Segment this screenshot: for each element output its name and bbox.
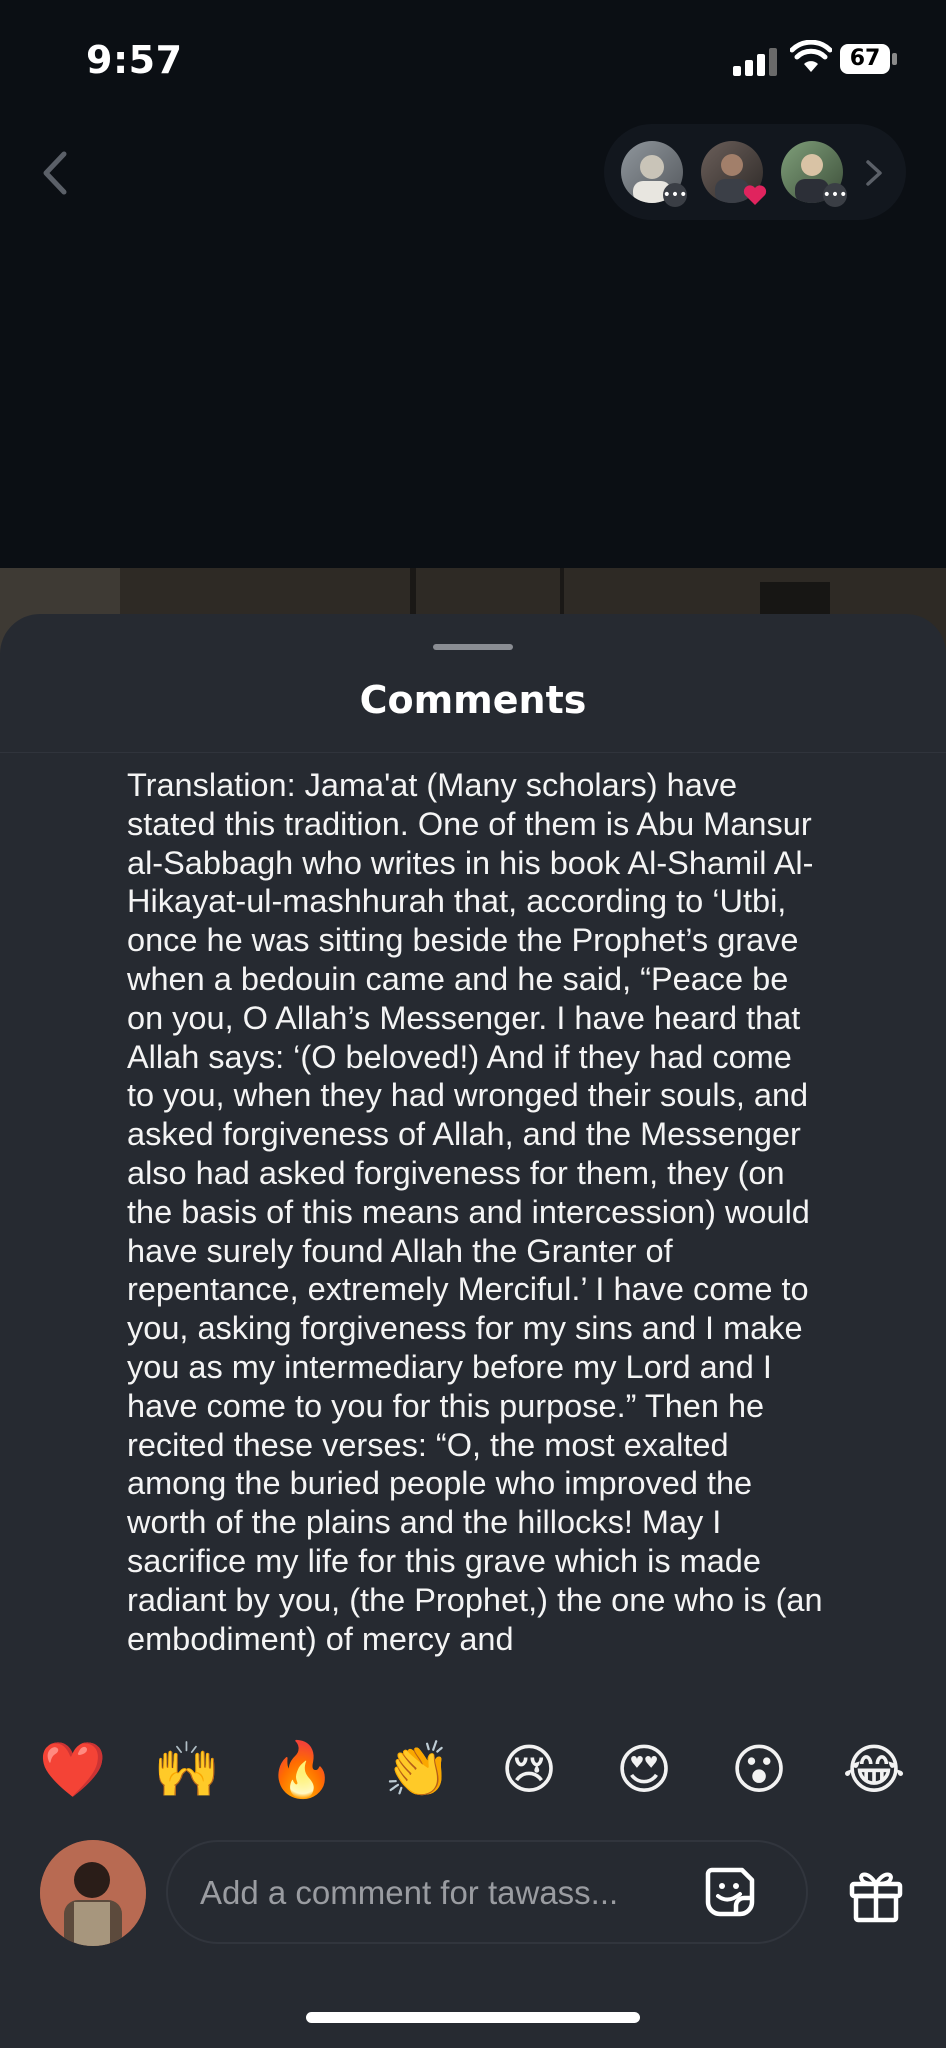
story-viewers-pill[interactable]: ••• ••• [604, 124, 906, 220]
gift-icon[interactable] [846, 1864, 906, 1924]
battery-level: 67 [840, 44, 890, 74]
status-time: 9:57 [86, 38, 183, 82]
comment-badge-icon: ••• [823, 183, 847, 207]
home-indicator[interactable] [306, 2012, 640, 2023]
comment-input[interactable] [198, 1862, 672, 1924]
sheet-title: Comments [359, 678, 587, 722]
status-bar: 9:57 67 [0, 0, 946, 120]
reaction-raising-hands[interactable]: 🙌 [153, 1738, 220, 1802]
reaction-heart[interactable]: ❤️ [39, 1738, 106, 1802]
reaction-crying[interactable]: 😢 [497, 1738, 561, 1802]
wifi-icon [790, 40, 832, 72]
chevron-right-icon[interactable] [862, 156, 886, 190]
sheet-grabber-handle[interactable] [433, 644, 513, 650]
back-chevron-icon[interactable] [36, 148, 76, 198]
reaction-surprised[interactable]: 😮 [727, 1738, 791, 1802]
heart-badge-icon [743, 183, 767, 207]
reaction-fire[interactable]: 🔥 [268, 1738, 335, 1802]
reaction-clap[interactable]: 👏 [384, 1738, 451, 1802]
reaction-laughing[interactable]: 😂 [842, 1738, 906, 1802]
avatar [40, 1840, 146, 1946]
battery-icon: 67 [840, 44, 898, 74]
comments-sheet: Comments Translation: Jama'at (Many scho… [0, 614, 946, 2048]
quick-reactions-bar: ❤️ 🙌 🔥 👏 😢 😍 😮 😂 [0, 1730, 946, 1810]
reaction-heart-eyes[interactable]: 😍 [612, 1738, 676, 1802]
cellular-signal-icon [733, 46, 777, 76]
sticker-icon[interactable] [700, 1862, 760, 1922]
comment-text: Translation: Jama'at (Many scholars) hav… [127, 767, 823, 1657]
comment-badge-icon: ••• [663, 183, 687, 207]
